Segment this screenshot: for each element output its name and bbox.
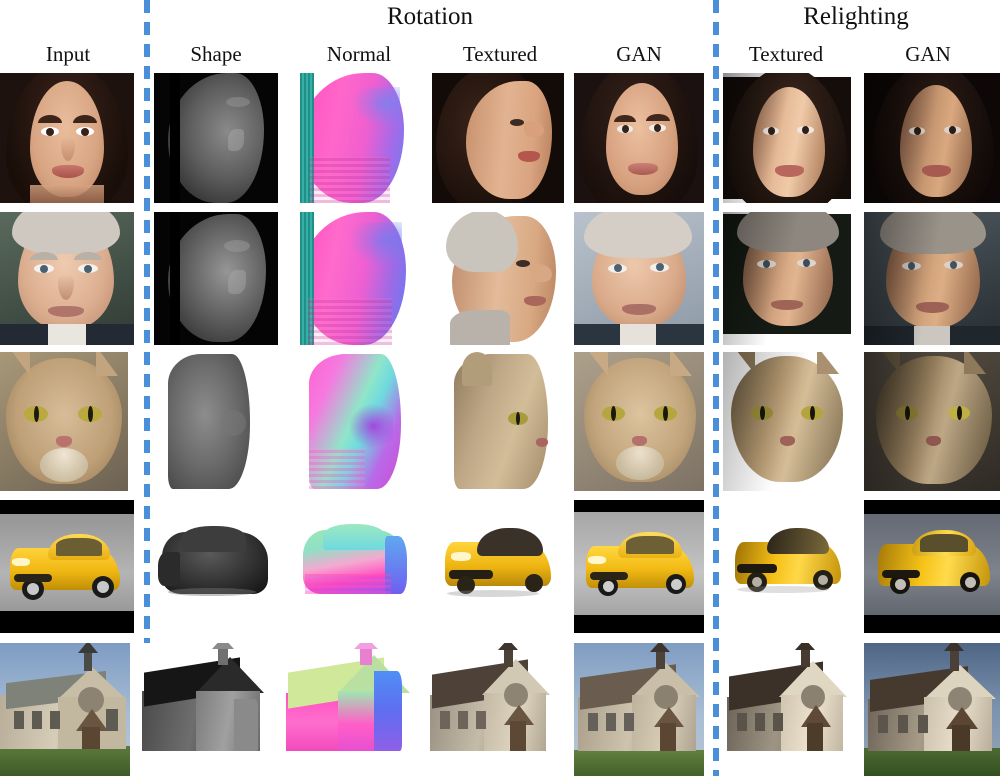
- results-figure: Rotation Relighting Input Shape Normal T…: [0, 0, 1000, 776]
- column-header-textured-relighting: Textured: [748, 42, 824, 66]
- cell-car-input: [0, 500, 134, 633]
- cell-man-face-rot-textured: [432, 212, 564, 345]
- cell-house-relight-textured: [723, 643, 851, 776]
- cell-car-rot-normal: [297, 500, 413, 633]
- cell-house-rot-normal: [282, 643, 412, 776]
- cell-woman-face-rot-normal: [292, 73, 416, 203]
- cell-cat-rot-textured: [452, 352, 552, 491]
- cell-house-relight-gan: [864, 643, 1000, 776]
- cell-woman-face-input: [0, 73, 134, 203]
- cell-car-relight-gan: [864, 500, 1000, 633]
- column-header-shape: Shape: [190, 42, 242, 66]
- cell-car-rot-shape: [158, 500, 276, 633]
- divider-before-relighting: [713, 0, 719, 776]
- cell-woman-face-rot-shape: [154, 73, 278, 203]
- cell-car-rot-gan: [574, 500, 704, 633]
- column-header-gan-relighting: GAN: [905, 42, 951, 66]
- cell-man-face-relight-gan: [864, 212, 1000, 345]
- cell-house-input: [0, 643, 130, 776]
- cell-house-rot-shape: [138, 643, 268, 776]
- cell-cat-rot-gan: [574, 352, 704, 491]
- cell-man-face-input: [0, 212, 134, 345]
- cell-woman-face-rot-textured: [432, 73, 564, 203]
- cell-cat-relight-gan: [864, 352, 1000, 491]
- cell-cat-input: [0, 352, 128, 491]
- column-header-input: Input: [45, 42, 91, 66]
- cell-cat-relight-textured: [723, 352, 851, 491]
- cell-house-rot-textured: [424, 643, 554, 776]
- cell-man-face-relight-textured: [723, 212, 851, 345]
- column-header-gan-rotation: GAN: [616, 42, 662, 66]
- cell-car-relight-textured: [723, 500, 851, 633]
- column-header-normal: Normal: [326, 42, 392, 66]
- cell-car-rot-textured: [437, 500, 559, 633]
- cell-woman-face-relight-gan: [864, 73, 1000, 203]
- group-header-relighting: Relighting: [803, 3, 909, 30]
- column-header-textured-rotation: Textured: [462, 42, 538, 66]
- cell-woman-face-relight-textured: [723, 73, 851, 203]
- group-header-rotation: Rotation: [386, 3, 474, 30]
- cell-house-rot-gan: [574, 643, 704, 776]
- cell-cat-rot-shape: [164, 352, 256, 491]
- cell-cat-rot-normal: [305, 352, 405, 491]
- cell-woman-face-rot-gan: [574, 73, 704, 203]
- cell-man-face-rot-normal: [292, 212, 416, 345]
- cell-man-face-rot-shape: [154, 212, 278, 345]
- cell-man-face-rot-gan: [574, 212, 704, 345]
